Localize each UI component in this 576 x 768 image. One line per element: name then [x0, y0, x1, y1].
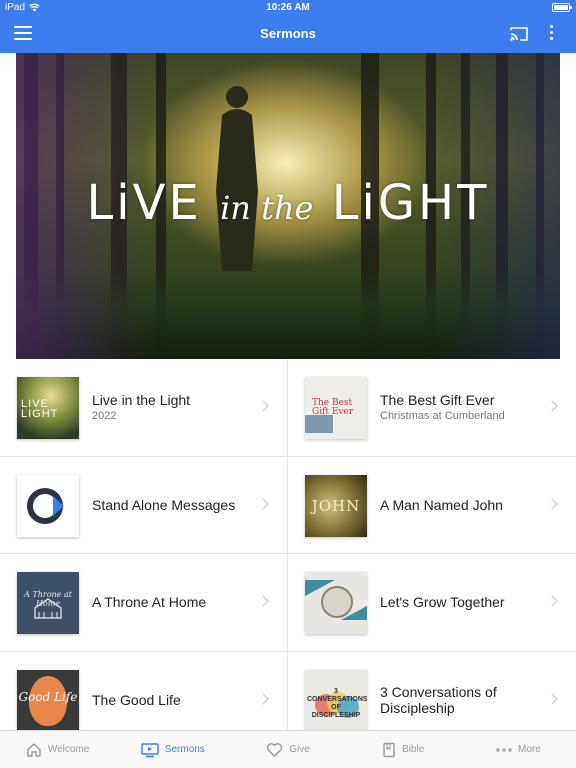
heart-icon: [267, 742, 283, 757]
ellipsis-icon: [496, 747, 512, 752]
hero-title-part: LiGHT: [331, 175, 490, 231]
tab-give[interactable]: Give: [230, 731, 345, 768]
hero-title-script: in the: [220, 189, 314, 227]
thumbnail-text: The Best Gift Ever: [312, 398, 354, 417]
dot: [549, 25, 553, 28]
series-title: The Best Gift Ever: [380, 392, 495, 409]
tab-label: More: [518, 744, 541, 755]
thumbnail-seal: [321, 586, 353, 618]
series-subtitle: 2022: [92, 410, 117, 423]
cast-icon: [510, 27, 528, 41]
chevron-right-icon: [257, 400, 269, 412]
series-subtitle: Christmas at Cumberland: [380, 410, 505, 423]
thumbnail-text: LIVE LIGHT: [21, 398, 59, 420]
house-icon: [34, 598, 62, 619]
series-item-man-named-john[interactable]: JOHN A Man Named John: [288, 457, 576, 554]
series-thumbnail: 3 CONVERSATIONS OF DISCIPLESHIP: [305, 669, 367, 730]
page-title: Sermons: [260, 26, 316, 41]
series-text: The Best Gift Ever Christmas at Cumberla…: [380, 359, 540, 456]
thumbnail-stripe: [305, 415, 333, 433]
tab-bible[interactable]: Bible: [346, 731, 461, 768]
chevron-right-icon: [257, 595, 269, 607]
tab-bar: Welcome Sermons Give Bible More: [0, 730, 576, 768]
tab-sermons[interactable]: Sermons: [115, 731, 230, 768]
series-title: The Good Life: [92, 691, 181, 708]
grid-row: Stand Alone Messages JOHN A Man Named Jo…: [0, 456, 576, 554]
series-text: A Throne At Home: [92, 554, 251, 651]
series-item-stand-alone-messages[interactable]: Stand Alone Messages: [0, 456, 288, 554]
tab-label: Bible: [402, 744, 425, 755]
series-thumbnail: A Throne at Home: [17, 572, 79, 634]
series-title: A Man Named John: [380, 496, 503, 513]
grid-row: A Throne at Home A Throne At Home Let's …: [0, 554, 576, 652]
series-item-3-conversations[interactable]: 3 CONVERSATIONS OF DISCIPLESHIP 3 Conver…: [288, 652, 576, 731]
chevron-right-icon: [257, 498, 269, 510]
tab-welcome[interactable]: Welcome: [0, 731, 115, 768]
series-thumbnail: [305, 572, 367, 634]
series-title: Stand Alone Messages: [92, 496, 236, 513]
dot: [549, 31, 553, 34]
series-thumbnail: Good Life: [17, 669, 79, 730]
tab-more[interactable]: More: [461, 731, 576, 768]
status-time: 10:26 AM: [266, 2, 310, 13]
overflow-menu-button[interactable]: [545, 25, 557, 43]
chevron-right-icon: [546, 693, 558, 705]
hero-title: LiVE in the LiGHT: [16, 175, 560, 231]
tab-label: Sermons: [164, 744, 205, 755]
navigation-bar: Sermons: [0, 16, 576, 53]
tab-label: Give: [289, 744, 310, 755]
dot: [549, 37, 553, 40]
series-text: Live in the Light 2022: [92, 359, 251, 456]
featured-series-banner[interactable]: LiVE in the LiGHT: [16, 53, 560, 359]
series-title: Live in the Light: [92, 392, 191, 409]
series-title: 3 Conversations of Discipleship: [380, 683, 497, 716]
tv-icon: [141, 742, 159, 757]
cast-button[interactable]: [509, 26, 529, 42]
home-icon: [27, 742, 41, 757]
chevron-right-icon: [257, 693, 269, 705]
series-grid: LIVE LIGHT Live in the Light 2022 The Be…: [0, 359, 576, 730]
series-thumbnail: JOHN: [305, 474, 367, 537]
chevron-right-icon: [546, 400, 558, 412]
series-item-lets-grow-together[interactable]: Let's Grow Together: [288, 554, 576, 651]
hero-title-part: LiVE: [86, 175, 202, 231]
series-thumbnail: The Best Gift Ever: [305, 377, 367, 439]
series-thumbnail: LIVE LIGHT: [17, 377, 79, 439]
chevron-right-icon: [546, 595, 558, 607]
series-text: The Good Life: [92, 652, 251, 731]
series-item-throne-at-home[interactable]: A Throne at Home A Throne At Home: [0, 554, 288, 651]
series-text: Let's Grow Together: [380, 554, 540, 651]
grid-row: Good Life The Good Life 3 CONVERSATIONS …: [0, 651, 576, 731]
series-thumbnail: [17, 474, 79, 537]
series-text: 3 Conversations of Discipleship: [380, 652, 540, 731]
series-title: Let's Grow Together: [380, 594, 505, 611]
chevron-right-icon: [546, 498, 558, 510]
series-item-live-in-the-light[interactable]: LIVE LIGHT Live in the Light 2022: [0, 359, 288, 456]
book-icon: [383, 742, 395, 757]
battery-icon: [552, 3, 572, 12]
series-title: A Throne At Home: [92, 594, 207, 611]
thumbnail-text: JOHN: [311, 496, 361, 515]
grid-row: LIVE LIGHT Live in the Light 2022 The Be…: [0, 359, 576, 457]
series-text: Stand Alone Messages: [92, 457, 251, 554]
tab-label: Welcome: [47, 744, 90, 755]
series-text: A Man Named John: [380, 457, 540, 554]
status-bar: iPad 10:26 AM: [0, 0, 576, 16]
thumbnail-text: 3 CONVERSATIONS OF DISCIPLESHIP: [307, 687, 367, 719]
series-item-best-gift-ever[interactable]: The Best Gift Ever The Best Gift Ever Ch…: [288, 359, 576, 456]
thumbnail-text: Good Life: [18, 689, 78, 704]
series-item-good-life[interactable]: Good Life The Good Life: [0, 651, 288, 731]
church-logo-icon: [27, 487, 64, 524]
